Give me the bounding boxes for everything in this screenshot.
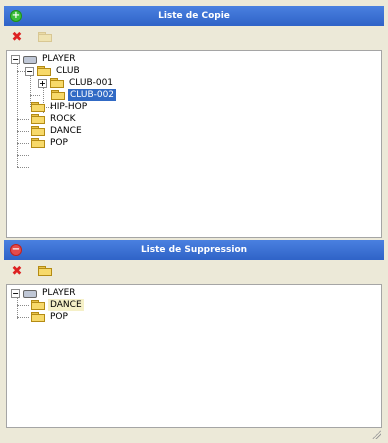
expand-toggle-icon[interactable]: +: [38, 78, 47, 88]
delete-panel-title: Liste de Suppression: [140, 245, 248, 255]
tree-node-hip-hop[interactable]: HIP-HOP: [31, 101, 89, 113]
folder-icon: [31, 138, 45, 148]
remove-circle-icon[interactable]: −: [10, 244, 22, 256]
tree-node-pop[interactable]: POP: [31, 137, 70, 149]
tree-node-rock[interactable]: ROCK: [31, 113, 78, 125]
folder-icon: [31, 126, 45, 136]
tree-node-pop[interactable]: POP: [31, 311, 70, 323]
delete-x-icon[interactable]: ✖: [10, 30, 24, 45]
tree-node-dance[interactable]: DANCE: [31, 125, 84, 137]
delete-x-icon[interactable]: ✖: [10, 264, 24, 279]
folder-icon: [37, 66, 51, 76]
tree-node-club-002[interactable]: CLUB-002: [51, 89, 117, 101]
copy-tree[interactable]: − PLAYER − CLUB + CLUB-001 CLUB-002 HIP-…: [6, 50, 382, 238]
drive-icon: [23, 54, 37, 64]
tree-node-club[interactable]: − CLUB: [25, 65, 82, 77]
folder-icon: [31, 114, 45, 124]
delete-panel-header: − Liste de Suppression: [4, 240, 384, 260]
folder-open-icon: [51, 90, 65, 100]
tree-node-player[interactable]: − PLAYER: [11, 287, 78, 299]
tree-node-club-001[interactable]: + CLUB-001: [38, 77, 115, 89]
collapse-toggle-icon[interactable]: −: [11, 54, 20, 64]
folder-icon[interactable]: [38, 264, 52, 278]
resize-grip-icon[interactable]: [371, 429, 381, 439]
folder-icon: [50, 78, 64, 88]
folder-icon: [31, 102, 45, 112]
copy-toolbar: ✖: [4, 26, 384, 48]
delete-toolbar: ✖: [4, 260, 384, 282]
add-circle-icon[interactable]: +: [10, 10, 22, 22]
folder-disabled-icon[interactable]: [38, 30, 52, 44]
folder-icon: [31, 312, 45, 322]
main-window: + Liste de Copie ✖ − PLAYER − CLUB + CLU…: [4, 6, 384, 441]
tree-node-dance[interactable]: DANCE: [31, 299, 84, 311]
drive-icon: [23, 288, 37, 298]
tree-node-player[interactable]: − PLAYER: [11, 53, 78, 65]
folder-open-icon: [31, 300, 45, 310]
copy-panel-title: Liste de Copie: [158, 11, 230, 21]
copy-panel-header: + Liste de Copie: [4, 6, 384, 26]
collapse-toggle-icon[interactable]: −: [11, 288, 20, 298]
collapse-toggle-icon[interactable]: −: [25, 66, 34, 76]
delete-tree[interactable]: − PLAYER DANCE POP: [6, 284, 382, 428]
status-bar: [4, 428, 384, 441]
